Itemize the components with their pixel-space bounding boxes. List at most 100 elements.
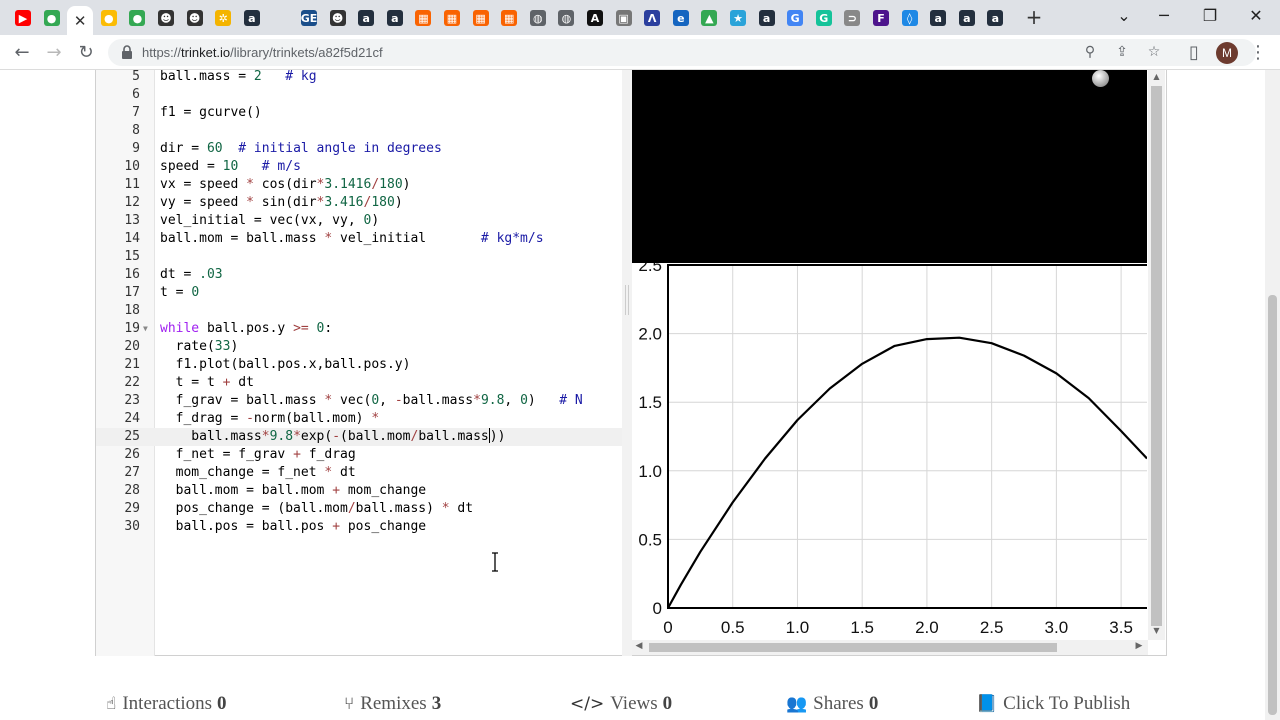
scroll-down-arrow-icon[interactable]: ▼	[1152, 626, 1161, 635]
browser-tab[interactable]: a	[382, 6, 408, 30]
fold-arrow-icon[interactable]: ▼	[143, 320, 148, 338]
browser-tab[interactable]: A	[582, 6, 608, 30]
code-line[interactable]: 18	[96, 302, 623, 320]
restore-icon[interactable]: ❐	[1198, 5, 1222, 27]
code-line[interactable]: 12 vy = speed * sin(dir*3.416/180)	[96, 194, 623, 212]
reload-icon[interactable]: ↻	[74, 41, 98, 65]
share-icon[interactable]: ⇪	[1112, 42, 1132, 62]
views-stat[interactable]: </> Views 0	[570, 692, 672, 716]
browser-tab[interactable]: ★	[725, 6, 751, 30]
browser-tab[interactable]: e	[668, 6, 694, 30]
chevron-down-icon[interactable]: ⌄	[1112, 5, 1136, 27]
browser-tab[interactable]: ●	[124, 6, 150, 30]
x-tick-label: 1.0	[786, 618, 810, 637]
code-line[interactable]: 10 speed = 10 # m/s	[96, 158, 623, 176]
code-line[interactable]: 21 f1.plot(ball.pos.x,ball.pos.y)	[96, 356, 623, 374]
code-line[interactable]: 19 ▼ while ball.pos.y >= 0:	[96, 320, 623, 338]
browser-tab[interactable]: F	[868, 6, 894, 30]
browser-tab[interactable]: ▦	[468, 6, 494, 30]
browser-tab[interactable]: ⊃	[839, 6, 865, 30]
side-panel-icon[interactable]: ▯	[1182, 41, 1206, 65]
code-line[interactable]: 16 dt = .03	[96, 266, 623, 284]
browser-tab[interactable]: ▦	[439, 6, 465, 30]
code-line[interactable]: 9 dir = 60 # initial angle in degrees	[96, 140, 623, 158]
browser-tab[interactable]: ☻	[182, 6, 208, 30]
code-line[interactable]: 24 f_drag = -norm(ball.mom) *	[96, 410, 623, 428]
code-line[interactable]: 30 ball.pos = ball.pos + pos_change	[96, 518, 623, 536]
minimize-icon[interactable]: ─	[1152, 5, 1176, 27]
code-line[interactable]: 13 vel_initial = vec(vx, vy, 0)	[96, 212, 623, 230]
browser-tab[interactable]: ☻	[153, 6, 179, 30]
code-line[interactable]: 15	[96, 248, 623, 266]
browser-tab[interactable]: ☻	[325, 6, 351, 30]
browser-tab[interactable]: a	[954, 6, 980, 30]
profile-avatar[interactable]: M	[1216, 42, 1238, 64]
bookmark-star-icon[interactable]: ☆	[1144, 42, 1164, 62]
page-vertical-scrollbar[interactable]	[1265, 70, 1280, 720]
new-tab-button[interactable]: +	[1024, 7, 1044, 27]
splitter-grip[interactable]	[625, 285, 629, 315]
code-text: f1.plot(ball.pos.x,ball.pos.y)	[160, 356, 411, 374]
code-line[interactable]: 7 f1 = gcurve()	[96, 104, 623, 122]
code-line[interactable]: 27 mom_change = f_net * dt	[96, 464, 623, 482]
browser-tab[interactable]: ◍	[553, 6, 579, 30]
code-line[interactable]: 5 ball.mass = 2 # kg	[96, 68, 623, 86]
code-line[interactable]: 26 f_net = f_grav + f_drag	[96, 446, 623, 464]
code-line[interactable]: 28 ball.mom = ball.mom + mom_change	[96, 482, 623, 500]
browser-tab[interactable]: ✲	[210, 6, 236, 30]
code-line[interactable]: 17 t = 0	[96, 284, 623, 302]
browser-tab[interactable]: ◍	[525, 6, 551, 30]
code-line[interactable]: 11 vx = speed * cos(dir*3.1416/180)	[96, 176, 623, 194]
browser-tab[interactable]: a	[754, 6, 780, 30]
scroll-left-arrow-icon[interactable]: ◀	[634, 641, 644, 651]
browser-tab[interactable]: ▶	[10, 6, 36, 30]
browser-tab[interactable]	[267, 6, 293, 30]
browser-tab[interactable]: GE	[296, 6, 322, 30]
close-icon[interactable]: ✕	[74, 12, 87, 30]
vpython-scene-canvas[interactable]	[632, 70, 1147, 263]
browser-tab[interactable]: G	[782, 6, 808, 30]
code-line[interactable]: 14 ball.mom = ball.mass * vel_initial # k…	[96, 230, 623, 248]
browser-tab[interactable]: ▲	[696, 6, 722, 30]
forward-arrow-icon[interactable]: →	[42, 41, 66, 65]
scroll-right-arrow-icon[interactable]: ▶	[1134, 641, 1144, 651]
scroll-up-arrow-icon[interactable]: ▲	[1152, 72, 1161, 81]
browser-tab[interactable]: ✕	[67, 6, 94, 35]
browser-tab[interactable]: G	[811, 6, 837, 30]
remixes-stat[interactable]: ⑂ Remixes 3	[344, 692, 441, 716]
back-arrow-icon[interactable]: ←	[10, 41, 34, 65]
pane-splitter[interactable]	[622, 70, 632, 656]
browser-tab[interactable]: ▦	[496, 6, 522, 30]
output-vertical-scroll-thumb[interactable]	[1151, 86, 1162, 626]
browser-tab[interactable]: ▣	[611, 6, 637, 30]
code-line[interactable]: 20 rate(33)	[96, 338, 623, 356]
code-line[interactable]: 29 pos_change = (ball.mom/ball.mass) * d…	[96, 500, 623, 518]
close-window-icon[interactable]: ✕	[1244, 5, 1268, 27]
output-vertical-scrollbar[interactable]: ▲ ▼	[1148, 70, 1165, 640]
address-bar[interactable]: https://trinket.io/library/trinkets/a82f…	[108, 39, 1256, 66]
code-line[interactable]: 8	[96, 122, 623, 140]
browser-tab[interactable]: ●	[39, 6, 65, 30]
browser-tab[interactable]: a	[982, 6, 1008, 30]
browser-tab[interactable]: ●	[96, 6, 122, 30]
code-line[interactable]: 23 f_grav = ball.mass * vec(0, -ball.mas…	[96, 392, 623, 410]
code-editor[interactable]: 5 ball.mass = 2 # kg 6 7 f1 = gcurve() 8 9 dir …	[95, 68, 623, 656]
publish-link[interactable]: 📘 Click To Publish	[976, 692, 1130, 716]
browser-tab[interactable]: ◊	[897, 6, 923, 30]
browser-tab[interactable]: a	[353, 6, 379, 30]
shares-stat[interactable]: 👥 Shares 0	[786, 692, 878, 716]
code-line[interactable]: 6	[96, 86, 623, 104]
zoom-icon[interactable]: ⚲	[1080, 42, 1100, 62]
browser-tab[interactable]: Λ	[639, 6, 665, 30]
browser-tab[interactable]: a	[239, 6, 265, 30]
url-text[interactable]: https://trinket.io/library/trinkets/a82f…	[142, 45, 383, 60]
page-vertical-scroll-thumb[interactable]	[1268, 295, 1277, 715]
output-horizontal-scrollbar[interactable]: ◀ ▶	[632, 640, 1148, 655]
interactions-stat[interactable]: ☝ Interactions 0	[106, 692, 227, 716]
code-line[interactable]: 25 ball.mass*9.8*exp(-(ball.mom/ball.mas…	[96, 428, 623, 446]
output-horizontal-scroll-thumb[interactable]	[649, 643, 1057, 652]
code-line[interactable]: 22 t = t + dt	[96, 374, 623, 392]
browser-tab[interactable]: ▦	[410, 6, 436, 30]
browser-tab[interactable]: a	[925, 6, 951, 30]
menu-kebab-icon[interactable]: ⋮	[1246, 41, 1270, 65]
